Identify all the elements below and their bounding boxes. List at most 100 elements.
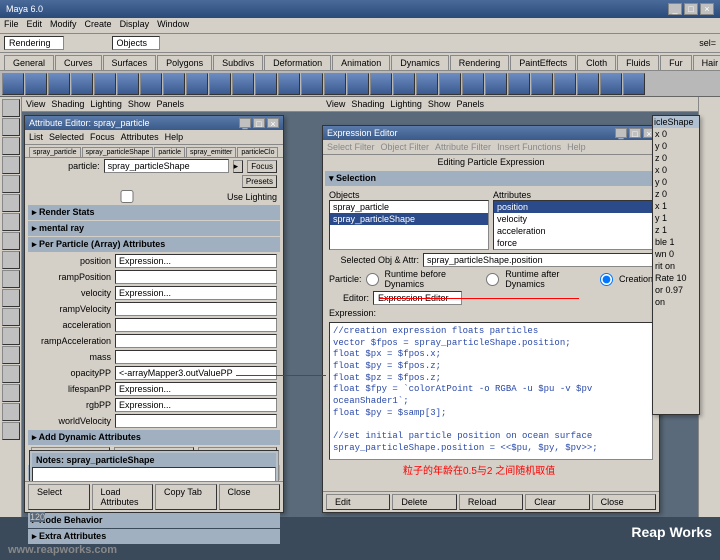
tab-painteffects[interactable]: PaintEffects [510,55,576,70]
panel-max-icon[interactable]: □ [629,128,641,138]
list-item[interactable]: force [494,237,652,249]
tab-curves[interactable]: Curves [55,55,102,70]
runtime-before-radio[interactable] [366,273,379,286]
shelf-button[interactable] [347,73,369,95]
ppa-field[interactable] [115,286,277,300]
tool-button[interactable] [2,118,20,136]
tool-button[interactable] [2,384,20,402]
shelf-button[interactable] [439,73,461,95]
tab-hair[interactable]: Hair [693,55,720,70]
list-item[interactable]: position [494,201,652,213]
tool-button[interactable] [2,194,20,212]
shelf-button[interactable] [600,73,622,95]
tool-button[interactable] [2,270,20,288]
particle-field[interactable] [104,159,229,173]
shelf-button[interactable] [25,73,47,95]
shelf-button[interactable] [508,73,530,95]
shelf-button[interactable] [416,73,438,95]
tab-dynamics[interactable]: Dynamics [391,55,449,70]
shelf-button[interactable] [554,73,576,95]
ppa-field[interactable] [115,334,277,348]
tab-fur[interactable]: Fur [660,55,692,70]
maximize-icon[interactable]: □ [684,3,698,15]
shelf-button[interactable] [577,73,599,95]
tool-button[interactable] [2,308,20,326]
shelf-button[interactable] [94,73,116,95]
tab-animation[interactable]: Animation [332,55,390,70]
shelf-button[interactable] [393,73,415,95]
tool-button[interactable] [2,251,20,269]
shelf-button[interactable] [462,73,484,95]
panel-close-icon[interactable]: × [267,118,279,128]
ppa-field[interactable] [115,366,277,380]
ppa-field[interactable] [115,302,277,316]
list-item[interactable]: spray_particleShape [330,213,488,225]
shelf-button[interactable] [117,73,139,95]
panel-min-icon[interactable]: _ [239,118,251,128]
shelf-button[interactable] [623,73,645,95]
shelf-button[interactable] [163,73,185,95]
section-3[interactable]: ▸ Add Dynamic Attributes [28,430,280,445]
tool-button[interactable] [2,422,20,440]
shelf-button[interactable] [324,73,346,95]
panel-min-icon[interactable]: _ [615,128,627,138]
use-lighting-checkbox[interactable] [31,190,223,203]
shelf-button[interactable] [301,73,323,95]
tab-subdivs[interactable]: Subdivs [213,55,263,70]
tab-fluids[interactable]: Fluids [617,55,659,70]
ppa-field[interactable] [115,382,277,396]
goto-icon[interactable]: ▸ [233,160,244,173]
tool-button[interactable] [2,289,20,307]
presets-button[interactable]: Presets [242,175,277,188]
shelf-button[interactable] [71,73,93,95]
tool-button[interactable] [2,403,20,421]
ppa-field[interactable] [115,270,277,284]
section-0[interactable]: ▸ Render Stats [28,205,280,220]
list-item[interactable]: inputForce[0] [494,249,652,250]
tool-button[interactable] [2,175,20,193]
tool-button[interactable] [2,365,20,383]
objects-dropdown[interactable]: Objects [112,36,161,50]
tool-button[interactable] [2,137,20,155]
ppa-field[interactable] [115,318,277,332]
runtime-after-radio[interactable] [486,273,499,286]
tab-surfaces[interactable]: Surfaces [103,55,157,70]
shelf-button[interactable] [209,73,231,95]
focus-button[interactable]: Focus [247,160,277,173]
panel-max-icon[interactable]: □ [253,118,265,128]
tab-deformation[interactable]: Deformation [264,55,331,70]
shelf-button[interactable] [140,73,162,95]
tool-button[interactable] [2,213,20,231]
creation-radio[interactable] [600,273,613,286]
expression-code[interactable]: //creation expression floats particles v… [329,322,653,460]
shelf-button[interactable] [278,73,300,95]
list-item[interactable]: velocity [494,213,652,225]
section-8[interactable]: ▸ Extra Attributes [28,529,280,544]
tool-button[interactable] [2,232,20,250]
shelf-button[interactable] [485,73,507,95]
ppa-field[interactable] [115,414,277,428]
shelf-button[interactable] [2,73,24,95]
notes-header[interactable]: Notes: spray_particleShape [32,453,276,467]
shelf-button[interactable] [186,73,208,95]
section-2[interactable]: ▸ Per Particle (Array) Attributes [28,237,280,252]
list-item[interactable]: acceleration [494,225,652,237]
shelf-button[interactable] [370,73,392,95]
tool-button[interactable] [2,99,20,117]
tool-button[interactable] [2,327,20,345]
close-icon[interactable]: × [700,3,714,15]
shelf-button[interactable] [48,73,70,95]
tab-cloth[interactable]: Cloth [577,55,616,70]
tool-button[interactable] [2,346,20,364]
ppa-field[interactable] [115,254,277,268]
ppa-field[interactable] [115,398,277,412]
shelf-button[interactable] [531,73,553,95]
section-1[interactable]: ▸ mental ray [28,221,280,236]
sel-obj-field[interactable] [423,253,653,267]
ppa-field[interactable] [115,350,277,364]
tab-general[interactable]: General [4,55,54,70]
selection-header[interactable]: ▾ Selection [325,171,657,186]
render-dropdown[interactable]: Rendering [4,36,64,50]
list-item[interactable]: spray_particle [330,201,488,213]
tab-polygons[interactable]: Polygons [157,55,212,70]
